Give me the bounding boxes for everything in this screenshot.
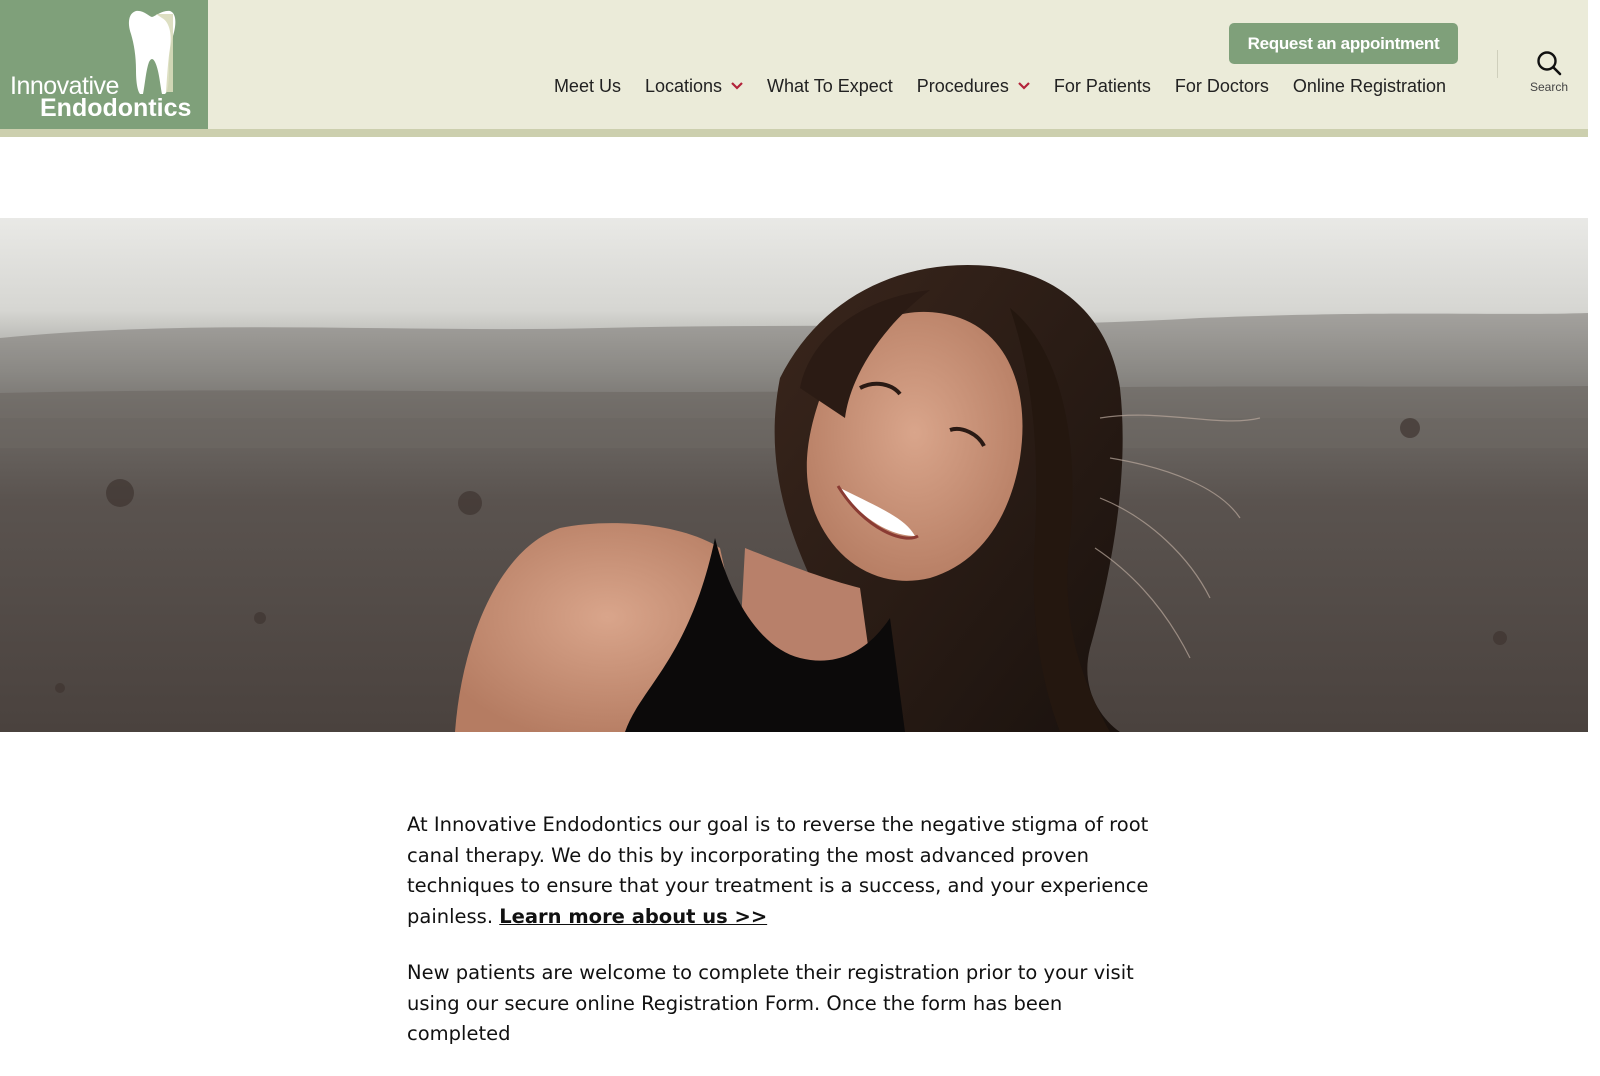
search-icon [1537,51,1562,76]
site-logo[interactable]: Innovative Endodontics [0,0,208,129]
chevron-down-icon[interactable] [731,82,743,90]
main-nav: Meet Us Locations What To Expect Procedu… [554,72,1446,100]
search-toggle[interactable]: Search [1525,50,1573,102]
nav-item-procedures[interactable]: Procedures [917,76,1030,97]
nav-item-meet-us[interactable]: Meet Us [554,76,621,97]
nav-item-label: For Patients [1053,75,1151,96]
nav-item-label: Online Registration [1292,75,1446,96]
header-divider-bar [0,129,1588,137]
request-appointment-button[interactable]: Request an appointment [1229,23,1458,64]
chevron-down-icon[interactable] [1018,82,1030,90]
nav-item-for-doctors[interactable]: For Doctors [1175,76,1269,97]
intro-content: At Innovative Endodontics our goal is to… [407,810,1167,1076]
nav-item-for-patients[interactable]: For Patients [1054,76,1151,97]
search-label: Search [1529,80,1569,94]
nav-item-label: Locations [644,75,723,96]
nav-item-locations[interactable]: Locations [645,76,743,97]
nav-item-what-to-expect[interactable]: What To Expect [767,76,893,97]
registration-paragraph: New patients are welcome to complete the… [407,961,1134,1045]
logo-text-endodontics: Endodontics [40,94,192,122]
nav-item-label: For Doctors [1174,75,1269,96]
intro-paragraph: At Innovative Endodontics our goal is to… [407,810,1167,932]
hero-image [0,218,1588,732]
nav-item-label: Meet Us [553,75,621,96]
header-divider [1497,50,1498,78]
site-header: Innovative Endodontics Request an appoin… [0,0,1588,129]
tooth-icon [128,10,176,95]
learn-more-link[interactable]: Learn more about us >> [499,905,767,928]
nav-item-label: What To Expect [767,75,893,96]
nav-item-label: Procedures [916,75,1009,96]
nav-item-online-registration[interactable]: Online Registration [1293,76,1446,97]
